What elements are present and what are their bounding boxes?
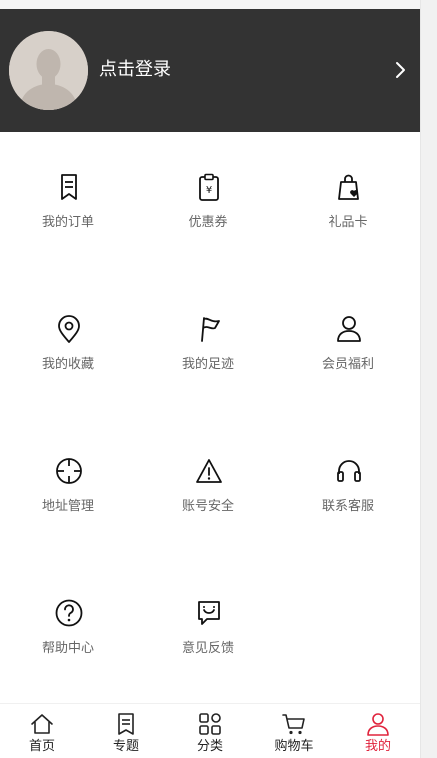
grid-item-label: 地址管理 (41, 499, 94, 514)
grid-item-address[interactable]: 地址管理 (0, 416, 140, 558)
tab-label: 专题 (112, 739, 139, 754)
feedback-icon (194, 596, 224, 630)
grid-item-label: 优惠券 (188, 215, 228, 230)
grid-item-label: 联系客服 (321, 499, 374, 514)
tab-label: 分类 (196, 739, 223, 754)
chevron-right-icon[interactable] (389, 59, 411, 81)
top-strip (0, 0, 420, 9)
grid-item-label: 账号安全 (181, 499, 234, 514)
coupon-icon: ¥ (194, 170, 224, 204)
login-header[interactable]: 点击登录 (0, 9, 420, 132)
grid-item-label: 我的收藏 (41, 357, 94, 372)
warning-icon (194, 454, 224, 488)
category-icon (197, 711, 223, 737)
user-icon (365, 711, 391, 737)
help-icon (54, 596, 84, 630)
grid-item-orders[interactable]: 我的订单 (0, 132, 140, 274)
flag-icon (194, 312, 224, 346)
home-icon (29, 711, 55, 737)
grid-item-label: 我的订单 (41, 215, 94, 230)
tab-cart[interactable]: 购物车 (252, 704, 336, 758)
bottom-tab-bar: 首页 专题 分类 购物车 我的 (0, 703, 420, 758)
order-icon (54, 170, 84, 204)
grid-item-coupons[interactable]: ¥ 优惠券 (140, 132, 280, 274)
grid-item-customer-service[interactable]: 联系客服 (280, 416, 420, 558)
grid-item-member-benefits[interactable]: 会员福利 (280, 274, 420, 416)
svg-text:¥: ¥ (206, 185, 212, 196)
tab-topics[interactable]: 专题 (84, 704, 168, 758)
grid-item-favorites[interactable]: 我的收藏 (0, 274, 140, 416)
grid-item-account-security[interactable]: 账号安全 (140, 416, 280, 558)
scrollbar-track[interactable] (420, 0, 437, 758)
gift-card-icon (334, 170, 364, 204)
headset-icon (334, 454, 364, 488)
tab-category[interactable]: 分类 (168, 704, 252, 758)
tab-home[interactable]: 首页 (0, 704, 84, 758)
avatar[interactable] (9, 31, 88, 110)
grid-item-label: 礼品卡 (328, 215, 368, 230)
grid-item-label: 会员福利 (321, 357, 374, 372)
login-text[interactable]: 点击登录 (99, 58, 171, 82)
grid-item-label: 我的足迹 (181, 357, 234, 372)
tab-mine[interactable]: 我的 (336, 704, 420, 758)
grid-item-label: 帮助中心 (41, 641, 94, 656)
app-screen: 点击登录 我的订单 ¥ 优惠券 礼品卡 我的收藏 我的足迹 会员福利 地址管理 … (0, 0, 420, 758)
default-avatar-icon (9, 31, 88, 110)
grid-item-footprints[interactable]: 我的足迹 (140, 274, 280, 416)
member-icon (334, 312, 364, 346)
grid-item-gift-card[interactable]: 礼品卡 (280, 132, 420, 274)
tab-label: 我的 (364, 739, 391, 754)
location-pin-icon (54, 312, 84, 346)
grid-item-feedback[interactable]: 意见反馈 (140, 558, 280, 700)
grid-item-label: 意见反馈 (181, 641, 234, 656)
crosshair-icon (54, 454, 84, 488)
tab-label: 购物车 (274, 739, 314, 754)
tab-label: 首页 (28, 739, 55, 754)
topic-icon (113, 711, 139, 737)
cart-icon (281, 711, 307, 737)
grid-item-help-center[interactable]: 帮助中心 (0, 558, 140, 700)
